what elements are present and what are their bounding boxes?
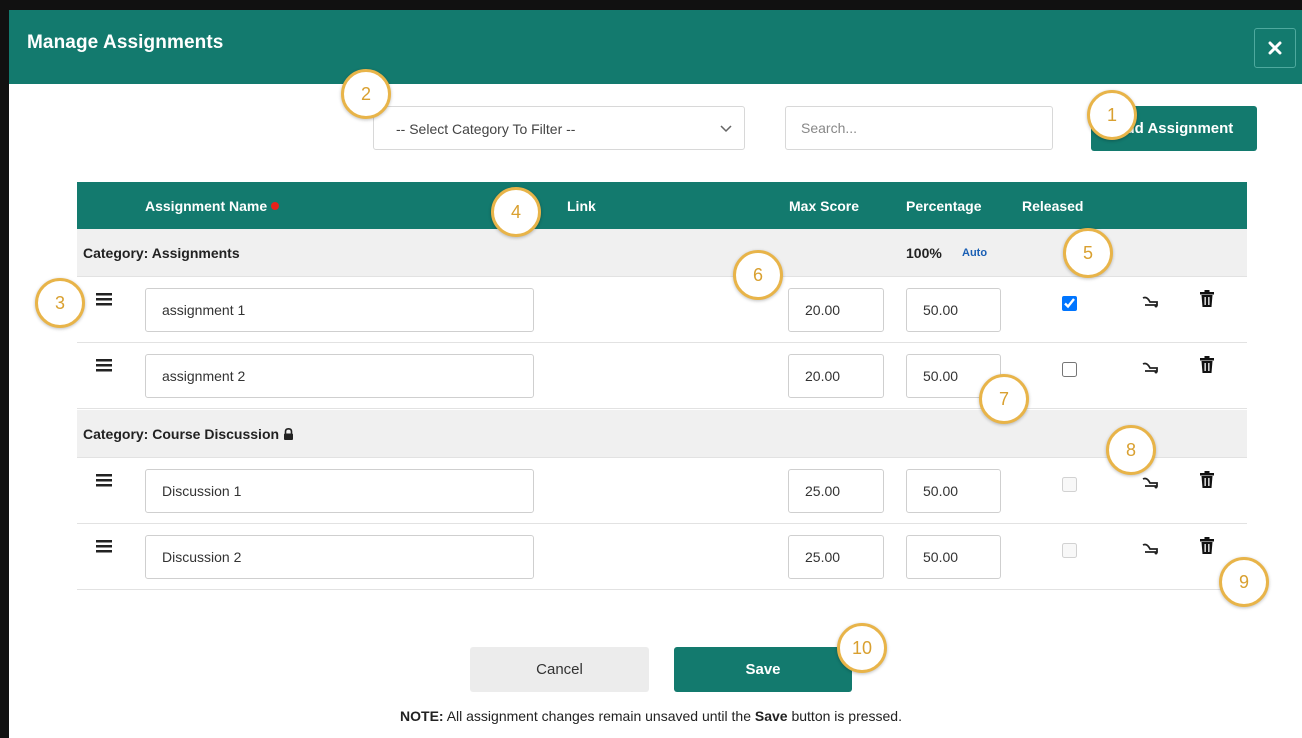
callout-3: 3 — [35, 278, 85, 328]
table-row — [77, 458, 1247, 524]
window-frame-top — [0, 0, 1302, 10]
note-prefix: NOTE: — [400, 708, 444, 724]
save-button[interactable]: Save — [674, 647, 852, 692]
released-checkbox[interactable] — [1062, 362, 1077, 377]
table-row — [77, 524, 1247, 590]
category-label: Category: Course Discussion — [83, 426, 294, 442]
category-label-text: Category: Course Discussion — [83, 426, 280, 442]
callout-7: 7 — [979, 374, 1029, 424]
search-input[interactable] — [785, 106, 1053, 150]
assignment-name-input[interactable] — [145, 535, 534, 579]
required-indicator — [271, 202, 280, 210]
callout-8: 8 — [1106, 425, 1156, 475]
percentage-input[interactable] — [906, 288, 1001, 332]
callout-6: 6 — [733, 250, 783, 300]
drag-handle-icon[interactable] — [95, 357, 113, 373]
table-header: Assignment Name Link Max Score Percentag… — [77, 182, 1247, 229]
max-score-input[interactable] — [788, 469, 884, 513]
callout-4: 4 — [491, 187, 541, 237]
drag-handle-icon[interactable] — [95, 291, 113, 307]
table-row — [77, 277, 1247, 343]
link-icon[interactable] — [1141, 541, 1159, 555]
assignment-name-input[interactable] — [145, 288, 534, 332]
drag-handle-icon[interactable] — [95, 538, 113, 554]
released-checkbox[interactable] — [1062, 296, 1077, 311]
dialog-title: Manage Assignments — [27, 32, 224, 53]
lock-icon — [284, 428, 294, 440]
category-label: Category: Assignments — [83, 245, 240, 261]
percentage-input[interactable] — [906, 535, 1001, 579]
category-percentage: 100% — [906, 245, 942, 261]
assignment-name-input[interactable] — [145, 469, 534, 513]
trash-icon[interactable] — [1199, 471, 1215, 489]
link-icon[interactable] — [1141, 294, 1159, 308]
dialog-header: Manage Assignments — [9, 10, 1302, 84]
callout-2: 2 — [341, 69, 391, 119]
column-header-name-label: Assignment Name — [145, 198, 268, 214]
cancel-button[interactable]: Cancel — [470, 647, 649, 692]
trash-icon[interactable] — [1199, 537, 1215, 555]
table-row — [77, 343, 1247, 409]
max-score-input[interactable] — [788, 288, 884, 332]
link-icon[interactable] — [1141, 360, 1159, 374]
category-filter-value: -- Select Category To Filter -- — [396, 121, 576, 137]
callout-9: 9 — [1219, 557, 1269, 607]
max-score-input[interactable] — [788, 354, 884, 398]
max-score-input[interactable] — [788, 535, 884, 579]
callout-5: 5 — [1063, 228, 1113, 278]
released-checkbox-disabled — [1062, 543, 1077, 558]
column-header-max-score: Max Score — [789, 198, 860, 214]
category-row-course-discussion: Category: Course Discussion — [77, 410, 1247, 458]
column-header-link: Link — [567, 198, 596, 214]
trash-icon[interactable] — [1199, 290, 1215, 308]
column-header-name: Assignment Name — [145, 198, 280, 214]
category-filter-select[interactable]: -- Select Category To Filter -- — [373, 106, 745, 150]
chevron-down-icon — [720, 125, 732, 133]
column-header-percentage: Percentage — [906, 198, 982, 214]
link-icon[interactable] — [1141, 475, 1159, 489]
auto-percentage-link[interactable]: Auto — [962, 247, 987, 259]
unsaved-changes-note: NOTE: All assignment changes remain unsa… — [0, 708, 1302, 724]
trash-icon[interactable] — [1199, 356, 1215, 374]
released-checkbox-disabled — [1062, 477, 1077, 492]
percentage-input[interactable] — [906, 469, 1001, 513]
callout-10: 10 — [837, 623, 887, 673]
window-frame-left — [0, 0, 9, 738]
close-icon — [1268, 41, 1282, 55]
callout-1: 1 — [1087, 90, 1137, 140]
assignment-name-input[interactable] — [145, 354, 534, 398]
close-button[interactable] — [1254, 28, 1296, 68]
note-suffix: button is pressed. — [787, 708, 902, 724]
drag-handle-icon[interactable] — [95, 472, 113, 488]
note-bold: Save — [754, 708, 788, 724]
column-header-released: Released — [1022, 198, 1084, 214]
note-text: All assignment changes remain unsaved un… — [443, 708, 755, 724]
